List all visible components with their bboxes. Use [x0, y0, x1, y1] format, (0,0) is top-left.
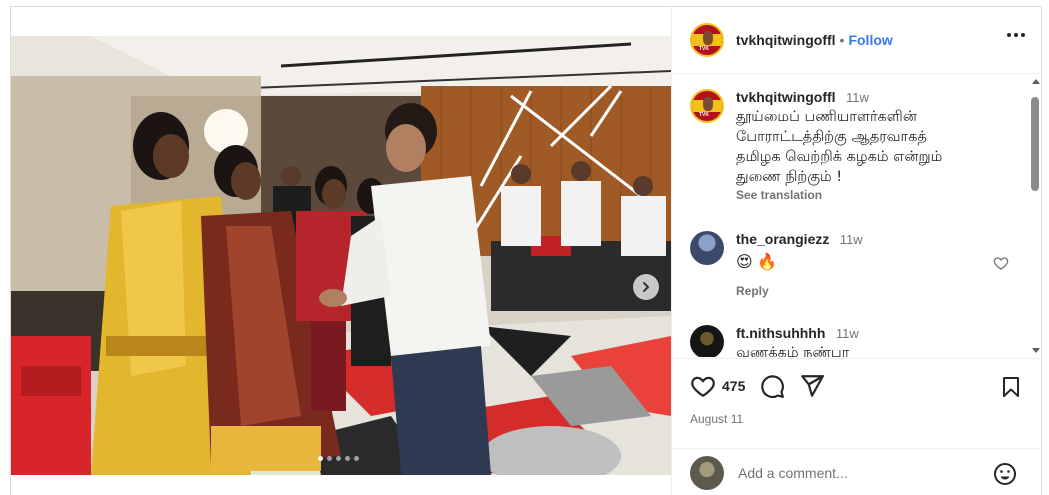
comment-username[interactable]: ft.nithsuhhhh — [736, 325, 825, 341]
caption-username[interactable]: tvkhqitwingoffl — [736, 89, 836, 105]
comment-input[interactable] — [738, 464, 968, 481]
comment-text: 😍 🔥 — [736, 254, 778, 271]
post-caption: TVK tvkhqitwingoffl 11w தூய்மைப் பணியாளர… — [690, 89, 1026, 202]
scrollbar-thumb[interactable] — [1031, 97, 1039, 191]
comment-like-button[interactable] — [993, 255, 1009, 276]
carousel-indicator — [318, 456, 359, 461]
bookmark-icon — [1003, 377, 1019, 397]
post-dialog: TVK tvkhqitwingoffl • Follow TVK tvkhqit… — [10, 6, 1043, 495]
chevron-right-icon — [643, 282, 649, 292]
emoji-picker-button[interactable] — [993, 462, 1017, 491]
current-user-avatar — [690, 455, 724, 490]
comment-time[interactable]: 11w — [836, 326, 859, 341]
caption-avatar[interactable]: TVK — [690, 89, 724, 123]
reply-button[interactable]: Reply — [736, 284, 1026, 298]
carousel-dot — [345, 456, 350, 461]
comment-item: ft.nithsuhhhh 11w வணக்கம் நண்பா — [690, 325, 1026, 357]
author-avatar[interactable]: TVK — [690, 23, 724, 57]
post-media — [11, 7, 671, 495]
comment-text: வணக்கம் நண்பா — [736, 345, 850, 357]
comment-time[interactable]: 11w — [840, 232, 863, 247]
scroll-down-arrow[interactable] — [1032, 348, 1040, 353]
caption-line: தூய்மைப் பணியாளர்களின் — [736, 109, 917, 125]
caption-line: துணை நிற்கும் ! — [736, 169, 843, 185]
author-username[interactable]: tvkhqitwingoffl — [736, 32, 836, 48]
carousel-dot — [336, 456, 341, 461]
heart-icon — [993, 257, 1009, 270]
caption-line: தமிழக வெற்றிக் கழகம் என்றும் — [736, 149, 943, 165]
more-options-icon[interactable] — [1007, 33, 1025, 37]
follow-button[interactable]: Follow — [848, 32, 892, 48]
add-comment-bar — [672, 448, 1043, 495]
carousel-dot — [327, 456, 332, 461]
scroll-up-arrow[interactable] — [1032, 79, 1040, 84]
post-actions: 475 August 11 — [672, 358, 1043, 448]
caption-time[interactable]: 11w — [846, 90, 869, 105]
post-header: TVK tvkhqitwingoffl • Follow — [672, 7, 1043, 74]
comment-username[interactable]: the_orangiezz — [736, 231, 829, 247]
post-date[interactable]: August 11 — [690, 412, 743, 426]
photo-scene — [11, 36, 671, 475]
avatar-logo-text: TVK — [699, 112, 709, 118]
comments-list[interactable]: TVK tvkhqitwingoffl 11w தூய்மைப் பணியாளர… — [672, 75, 1043, 357]
post-photo[interactable] — [11, 36, 671, 475]
share-icon — [801, 375, 825, 397]
comment-button[interactable] — [759, 373, 785, 399]
commenter-avatar[interactable] — [690, 231, 724, 265]
carousel-dot — [354, 456, 359, 461]
emoji-icon — [994, 463, 1016, 485]
caption-line: போராட்டத்திற்கு ஆதரவாகத் — [736, 129, 927, 145]
comment-icon — [761, 375, 785, 399]
like-button[interactable] — [690, 373, 716, 399]
avatar-logo-text: TVK — [699, 46, 709, 52]
heart-icon — [691, 376, 715, 398]
commenter-avatar[interactable] — [690, 325, 724, 357]
share-button[interactable] — [799, 373, 825, 399]
comment-item: the_orangiezz 11w 😍 🔥 Reply — [690, 231, 1026, 298]
likes-count[interactable]: 475 — [722, 378, 745, 394]
carousel-dot — [318, 456, 323, 461]
header-separator: • — [839, 32, 845, 48]
next-image-button[interactable] — [633, 274, 659, 300]
see-translation-link[interactable]: See translation — [736, 188, 1026, 202]
post-side-panel: TVK tvkhqitwingoffl • Follow TVK tvkhqit… — [671, 7, 1043, 495]
comments-scrollbar[interactable] — [1028, 75, 1042, 357]
save-button[interactable] — [999, 375, 1023, 404]
